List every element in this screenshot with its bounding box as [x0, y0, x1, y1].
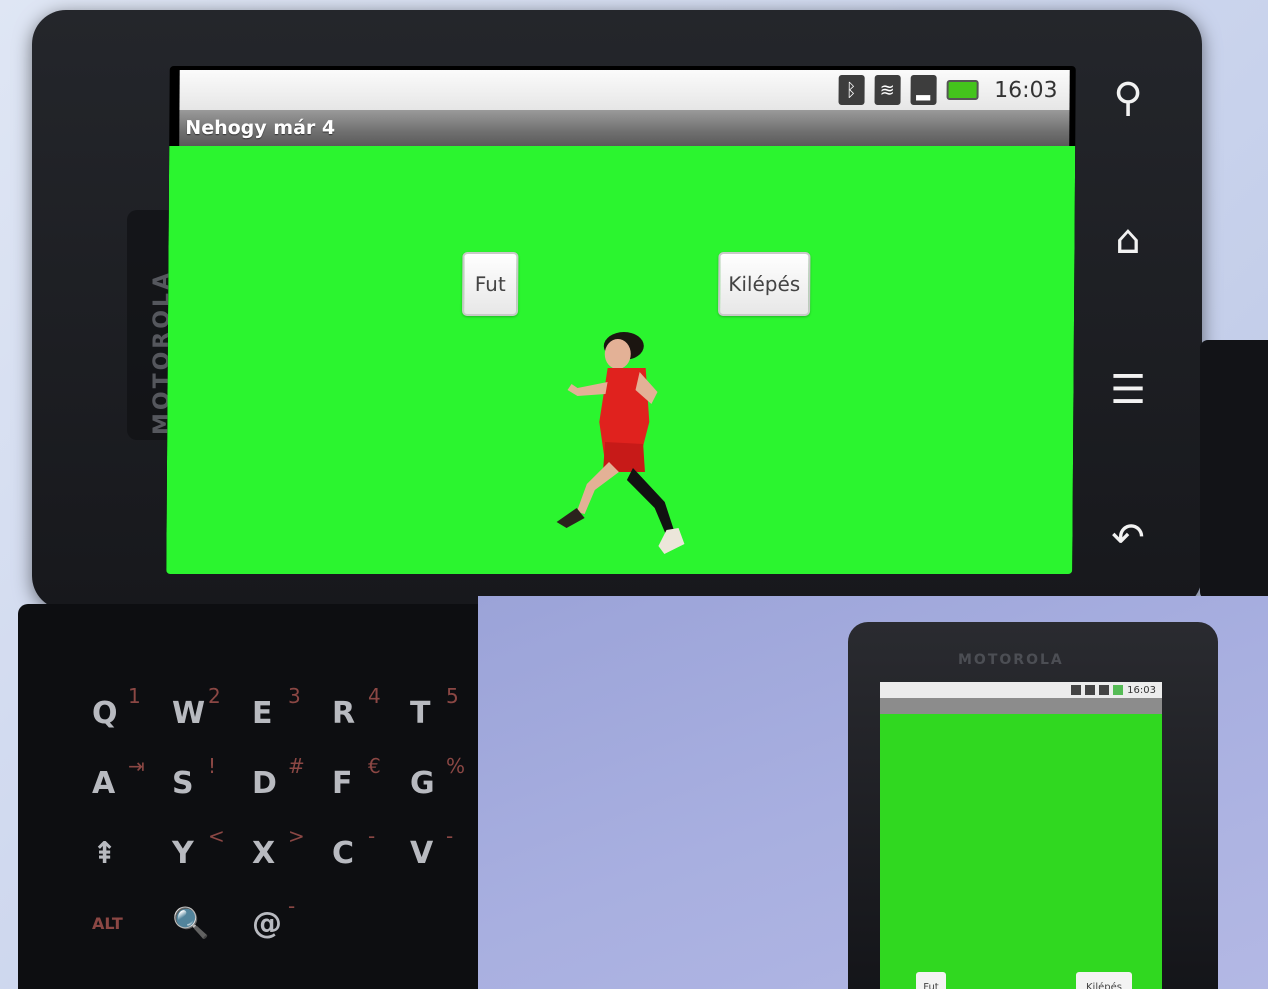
small-exit-button[interactable]: Kilépés: [1076, 972, 1132, 989]
key-label: G: [410, 766, 435, 801]
key-label: S: [172, 766, 194, 801]
game-canvas[interactable]: Fut Kilépés: [166, 146, 1076, 574]
signal-icon: ▂: [910, 75, 937, 105]
key-alt-label: -: [368, 824, 376, 848]
keyboard-key[interactable]: F €: [316, 744, 386, 804]
phone-screen: ᛒ ≋ ▂ 16:03 Nehogy már 4 Fut Kilépés: [166, 66, 1076, 574]
key-alt-label: >: [288, 824, 305, 848]
keyboard-key[interactable]: W2: [156, 674, 226, 734]
keyboard-key[interactable]: A ⇥: [76, 744, 146, 804]
search-icon[interactable]: ⚲: [1100, 70, 1156, 126]
key-alt-label: #: [288, 754, 305, 778]
wifi-icon: ≋: [874, 75, 901, 105]
key-label: 🔍: [172, 906, 210, 941]
key-label: V: [410, 836, 434, 871]
keyboard-key[interactable]: ALT: [76, 884, 146, 944]
keyboard-key[interactable]: V-: [394, 814, 464, 874]
small-brand-logo: MOTOROLA: [958, 652, 1064, 668]
status-clock: 16:03: [994, 77, 1058, 103]
keyboard-key[interactable]: X >: [236, 814, 306, 874]
keyboard-key[interactable]: R4: [316, 674, 386, 734]
hardware-softkeys: ⚲ ⌂ ☰ ↶: [1100, 70, 1160, 570]
key-alt-label: 4: [368, 684, 381, 708]
keyboard-key[interactable]: E3: [236, 674, 306, 734]
key-label: Y: [172, 836, 194, 871]
phone-hinge: [1200, 340, 1268, 600]
menu-icon[interactable]: ☰: [1100, 362, 1156, 418]
key-label: ⇞: [92, 836, 118, 871]
small-title-bar: [880, 698, 1162, 714]
key-alt-label: %: [446, 754, 466, 778]
key-alt-label: !: [208, 754, 217, 778]
run-button[interactable]: Fut: [462, 252, 519, 316]
key-label: F: [332, 766, 353, 801]
keyboard-key[interactable]: ⇞: [76, 814, 146, 874]
keyboard-key[interactable]: 🔍: [156, 884, 226, 944]
key-label: Q: [92, 696, 118, 731]
key-alt-label: 2: [208, 684, 221, 708]
key-alt-label: €: [368, 754, 381, 778]
inset-photo: MOTOROLA 16:03 Fut Kilépés: [478, 596, 1268, 989]
key-alt-label: <: [208, 824, 225, 848]
keyboard-key[interactable]: S!: [156, 744, 226, 804]
key-label: W: [172, 696, 206, 731]
bluetooth-icon: ᛒ: [838, 75, 865, 105]
key-label: @: [252, 906, 282, 941]
keyboard-keys: Q 1 W 2 E 3 R 4 T 5 A ⇥ S! D # F € G% ⇞ Y < X > C - V - ALT 🔍 @ -: [76, 634, 476, 941]
small-wifi-icon: [1085, 685, 1096, 695]
key-label: T: [410, 696, 431, 731]
battery-icon: [946, 80, 979, 100]
key-label: D: [252, 766, 277, 801]
keyboard-key[interactable]: D #: [236, 744, 306, 804]
exit-button[interactable]: Kilépés: [718, 252, 811, 316]
small-status-clock: 16:03: [1127, 684, 1156, 696]
key-label: C: [332, 836, 355, 871]
small-bluetooth-icon: [1071, 685, 1082, 695]
key-label: ALT: [92, 914, 123, 933]
key-label: A: [92, 766, 116, 801]
key-label: R: [332, 696, 356, 731]
key-label: E: [252, 696, 273, 731]
small-phone-screen: 16:03 Fut Kilépés: [880, 682, 1162, 989]
keyboard-key[interactable]: C-: [316, 814, 386, 874]
small-run-button[interactable]: Fut: [916, 972, 946, 989]
app-title: Nehogy már 4: [179, 110, 1070, 146]
key-alt-label: ⇥: [128, 754, 145, 778]
key-alt-label: -: [288, 894, 296, 918]
status-bar: ᛒ ≋ ▂ 16:03: [179, 70, 1070, 110]
small-battery-icon: [1113, 685, 1124, 695]
keyboard-key[interactable]: @ -: [236, 884, 306, 944]
key-alt-label: 3: [288, 684, 301, 708]
small-status-bar: 16:03: [880, 682, 1162, 698]
home-icon[interactable]: ⌂: [1100, 212, 1156, 268]
small-signal-icon: [1099, 685, 1110, 695]
keyboard-key[interactable]: Q1: [76, 674, 146, 734]
small-phone-body: MOTOROLA 16:03 Fut Kilépés: [848, 622, 1218, 989]
keyboard-key[interactable]: G%: [394, 744, 466, 804]
keyboard-key[interactable]: Y <: [156, 814, 226, 874]
key-alt-label: 1: [128, 684, 141, 708]
key-alt-label: 5: [446, 684, 459, 708]
key-alt-label: -: [446, 824, 454, 848]
slide-keyboard: Q 1 W 2 E 3 R 4 T 5 A ⇥ S! D # F € G% ⇞ Y < X > C - V - ALT 🔍 @ -: [18, 604, 478, 989]
back-icon[interactable]: ↶: [1100, 510, 1156, 566]
keyboard-key[interactable]: T5: [394, 674, 464, 734]
runner-sprite: [556, 332, 685, 554]
key-label: X: [252, 836, 276, 871]
